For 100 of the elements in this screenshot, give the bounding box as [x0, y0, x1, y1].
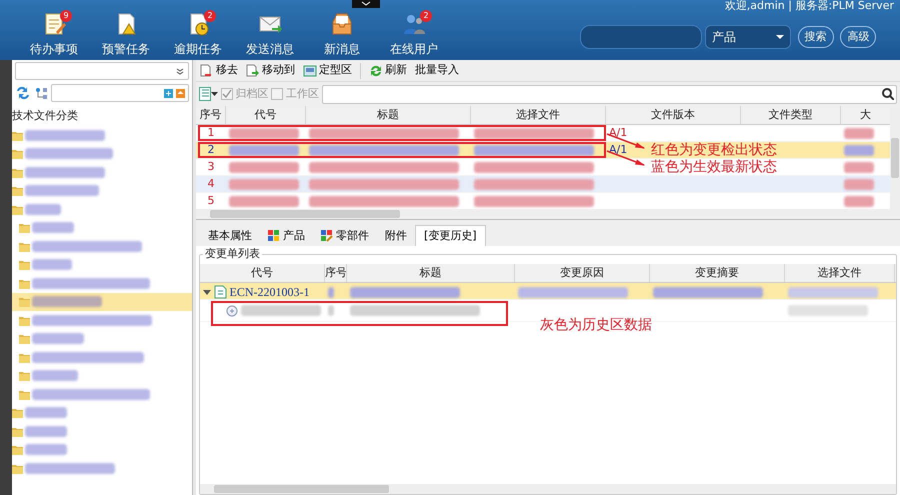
column-header[interactable]: 变更摘要 — [650, 264, 785, 282]
folder-icon — [12, 426, 23, 437]
folder-icon — [12, 204, 23, 215]
tab[interactable]: 基本属性 — [200, 226, 260, 246]
sync-icon — [15, 85, 31, 101]
category-combo[interactable] — [15, 62, 189, 80]
table-row[interactable]: 4 — [196, 176, 890, 193]
toolbar-button[interactable]: 移动到 — [242, 62, 299, 79]
blurred-text — [844, 196, 874, 207]
document-arrow-icon — [246, 64, 260, 78]
change-code[interactable]: ECN-2201003-1 — [230, 283, 310, 301]
count-badge: 2 — [204, 10, 216, 22]
folder-icon — [12, 462, 23, 474]
toolbar-label: 预警任务 — [102, 41, 150, 58]
double-chevron-icon — [176, 68, 184, 74]
column-header[interactable]: 选择文件 — [785, 264, 895, 282]
add-icon — [164, 88, 174, 98]
expand-toggle-icon — [203, 288, 211, 296]
collapse-tab[interactable] — [352, 0, 380, 8]
folder-icon — [19, 333, 30, 344]
tab[interactable]: 产品 — [260, 226, 313, 246]
annotation-text: 蓝色为生效最新状态 — [650, 159, 778, 175]
search-field[interactable] — [580, 25, 702, 49]
blurred-text — [328, 305, 334, 316]
blurred-text — [229, 162, 299, 173]
toolbar-button[interactable]: 定型区 — [299, 62, 356, 79]
caret-icon — [776, 35, 784, 39]
folder-icon — [19, 352, 30, 363]
search-button[interactable]: 搜索 — [798, 26, 834, 48]
toolbar-item[interactable]: 发送消息 — [234, 0, 306, 60]
blurred-text — [229, 196, 299, 207]
column-header[interactable]: 代号 — [200, 264, 325, 282]
column-header[interactable]: 文件版本 — [606, 106, 741, 124]
color-grid-icon — [268, 230, 280, 242]
horizontal-scrollbar[interactable] — [200, 484, 896, 494]
row-number: 2 — [208, 142, 214, 158]
toolbar-item[interactable]: 9 待办事项 — [18, 0, 90, 60]
document-minus-icon — [200, 64, 214, 78]
search-icon — [882, 88, 894, 100]
hierarchy-icon — [34, 86, 48, 100]
row-number: 1 — [208, 125, 214, 141]
column-header[interactable]: 标题 — [347, 264, 515, 282]
folder-icon — [19, 314, 30, 326]
version-text: A/1 — [609, 125, 628, 141]
folder-icon — [12, 185, 23, 196]
column-header[interactable]: 选择文件 — [471, 106, 606, 124]
tree-search-field[interactable] — [50, 84, 189, 102]
folder-icon — [12, 166, 23, 178]
column-header[interactable]: 变更原因 — [515, 264, 650, 282]
column-header[interactable]: 文件类型 — [741, 106, 841, 124]
horizontal-scrollbar[interactable] — [196, 209, 890, 219]
checkbox-label: 归档区 — [236, 86, 268, 102]
folder-icon — [19, 370, 30, 382]
blurred-text — [229, 178, 299, 190]
table-row[interactable]: ECN-2201003-1 — [200, 283, 896, 300]
folder-icon — [19, 240, 30, 252]
folder-icon — [19, 222, 30, 234]
toolbar-button[interactable]: 移去 — [196, 62, 242, 79]
row-number: 4 — [208, 176, 214, 192]
category-select[interactable]: 产品 — [704, 25, 791, 49]
grid-tool-icon — [321, 230, 333, 242]
annotation-text: 红色为变更检出状态 — [650, 142, 778, 158]
count-badge: 9 — [60, 10, 72, 22]
checkbox-label: 工作区 — [286, 86, 319, 102]
table-row[interactable]: 1 A/1 — [196, 125, 890, 142]
column-header[interactable]: 序号 — [196, 106, 226, 124]
tree-title: 技术文件分类 — [12, 108, 78, 124]
filter-field[interactable] — [322, 84, 897, 104]
columns-menu[interactable] — [199, 87, 218, 101]
tab[interactable]: [变更历史] — [415, 224, 486, 246]
folder-icon — [12, 148, 23, 160]
chevron-down-icon — [360, 0, 372, 7]
toolbar-item[interactable]: 2 在线用户 — [378, 0, 450, 60]
tab[interactable]: 附件 — [377, 226, 415, 246]
toolbar-label: 新消息 — [324, 41, 360, 58]
column-header[interactable]: 标题 — [306, 106, 471, 124]
toolbar-item[interactable]: 新消息 — [306, 0, 378, 60]
toolbar-label: 逾期任务 — [174, 41, 222, 58]
section-legend: 变更单列表 — [203, 247, 262, 260]
advanced-button[interactable]: 高级 — [840, 26, 876, 48]
users-icon — [402, 12, 426, 36]
toolbar-item[interactable]: 预警任务 — [90, 0, 162, 60]
blurred-text — [844, 178, 874, 190]
toolbar-label: 发送消息 — [246, 41, 294, 58]
toolbar-item[interactable]: 2 逾期任务 — [162, 0, 234, 60]
column-header[interactable]: 代号 — [226, 106, 306, 124]
folder-icon — [12, 130, 23, 141]
folder-icon — [19, 259, 30, 270]
tab[interactable]: 零部件 — [313, 226, 377, 246]
blurred-text — [844, 128, 874, 139]
blurred-text — [328, 286, 334, 298]
refresh-icon — [369, 64, 383, 78]
vertical-scrollbar[interactable] — [890, 106, 900, 219]
toolbar-label: 在线用户 — [390, 41, 438, 58]
archive-box-icon — [303, 64, 317, 78]
list-icon — [199, 87, 211, 101]
folder-icon — [19, 296, 30, 308]
tree-item[interactable] — [12, 292, 192, 311]
toolbar-button[interactable]: 批量导入 — [411, 62, 463, 79]
toolbar-button[interactable]: 刷新 — [365, 62, 411, 79]
